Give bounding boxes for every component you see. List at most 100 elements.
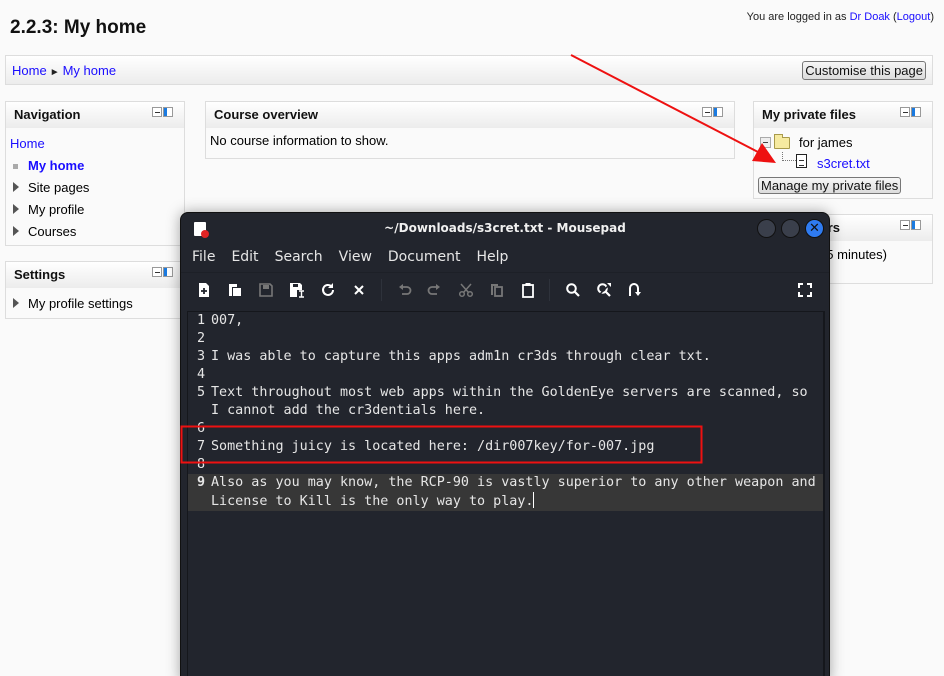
dock-block-icon[interactable] <box>163 107 173 117</box>
line-number: 4 <box>196 367 205 382</box>
toolbar-separator <box>381 279 382 301</box>
breadcrumb-home[interactable]: Home <box>12 63 47 78</box>
line-number: 5 <box>196 385 205 400</box>
nav-item-home[interactable]: Home <box>6 133 184 155</box>
private-files-header: My private files <box>754 102 932 128</box>
close-window-button[interactable]: ✕ <box>805 219 824 238</box>
redo-icon[interactable] <box>422 278 446 302</box>
line-text-content: Also as you may know, the RCP-90 is vast… <box>211 475 824 509</box>
logout-link[interactable]: Logout <box>897 11 931 23</box>
close-document-icon[interactable] <box>347 278 371 302</box>
new-window-icon[interactable] <box>223 278 247 302</box>
nav-courses-label[interactable]: Courses <box>28 224 76 239</box>
collapse-block-icon[interactable] <box>900 107 910 117</box>
dock-block-icon[interactable] <box>163 267 173 277</box>
block-controls <box>900 107 922 118</box>
menu-search[interactable]: Search <box>275 245 323 272</box>
settings-block-header: Settings <box>6 262 184 288</box>
expand-triangle-icon[interactable] <box>13 226 19 236</box>
customise-page-button[interactable]: Customise this page <box>802 61 926 80</box>
expand-triangle-icon[interactable] <box>13 204 19 214</box>
new-document-icon[interactable] <box>192 278 216 302</box>
collapse-block-icon[interactable] <box>702 107 712 117</box>
editor-line[interactable]: 3 I was able to capture this apps adm1n c… <box>188 348 824 366</box>
reload-icon[interactable] <box>316 278 340 302</box>
dock-block-icon[interactable] <box>713 107 723 117</box>
line-text[interactable]: 007, <box>211 312 823 330</box>
dock-block-icon[interactable] <box>911 220 921 230</box>
menu-edit[interactable]: Edit <box>231 245 258 272</box>
manage-private-files-button[interactable]: Manage my private files <box>758 177 902 194</box>
editor-line[interactable]: 4 <box>188 366 824 384</box>
breadcrumb-my-home[interactable]: My home <box>63 63 116 78</box>
nav-item-site-pages[interactable]: Site pages <box>6 177 184 199</box>
editor-line[interactable]: 7 Something juicy is located here: /dir00… <box>188 438 824 456</box>
collapse-block-icon[interactable] <box>152 107 162 117</box>
editor-line[interactable]: 2 <box>188 330 824 348</box>
navigation-block-header: Navigation <box>6 102 184 128</box>
nav-item-my-profile[interactable]: My profile <box>6 199 184 221</box>
settings-item-my-profile-settings[interactable]: My profile settings <box>6 293 184 315</box>
collapse-block-icon[interactable] <box>900 220 910 230</box>
editor-scrollbar[interactable] <box>823 312 825 676</box>
nav-item-my-home[interactable]: My home <box>6 155 184 177</box>
line-number: 1 <box>196 313 205 328</box>
nav-site-pages-label[interactable]: Site pages <box>28 180 89 195</box>
user-profile-link[interactable]: Dr Doak <box>850 11 890 23</box>
nav-my-profile-label[interactable]: My profile <box>28 202 84 217</box>
undo-icon[interactable] <box>393 278 417 302</box>
nav-item-courses[interactable]: Courses <box>6 221 184 243</box>
course-overview-message: No course information to show. <box>210 133 389 148</box>
course-overview-title: Course overview <box>214 107 319 122</box>
find-replace-icon[interactable] <box>592 278 616 302</box>
course-overview-header: Course overview <box>206 102 734 128</box>
tree-collapse-icon[interactable] <box>760 137 771 148</box>
files-tree: for james s3cret.txt <box>754 133 932 177</box>
editor-line[interactable]: 1 007, <box>188 312 824 330</box>
menu-file[interactable]: File <box>192 245 215 272</box>
fullscreen-icon[interactable] <box>793 278 817 302</box>
copy-icon[interactable] <box>485 278 509 302</box>
line-text[interactable]: Text throughout most web apps within the… <box>211 384 823 420</box>
tree-connector <box>782 152 796 161</box>
text-editor[interactable]: 1 007, 2 3 I was able to capture this apps… <box>187 311 825 676</box>
folder-label[interactable]: for james <box>799 135 852 150</box>
private-files-block: My private files for james s3cret.txt Ma… <box>753 101 933 199</box>
nav-my-home-label[interactable]: My home <box>28 158 84 173</box>
collapse-block-icon[interactable] <box>152 267 162 277</box>
line-text[interactable]: Something juicy is located here: /dir007… <box>211 438 823 456</box>
window-titlebar[interactable]: ~/Downloads/s3cret.txt - Mousepad ✕ <box>181 213 829 245</box>
menu-help[interactable]: Help <box>476 245 508 272</box>
save-icon[interactable] <box>254 278 278 302</box>
course-overview-block: Course overview No course information to… <box>205 101 735 159</box>
menu-view[interactable]: View <box>339 245 372 272</box>
editor-line[interactable]: 6 <box>188 420 824 438</box>
nav-home-link[interactable]: Home <box>10 136 45 151</box>
menu-document[interactable]: Document <box>388 245 461 272</box>
toolbar-separator <box>549 279 550 301</box>
find-icon[interactable] <box>561 278 585 302</box>
paste-icon[interactable] <box>516 278 540 302</box>
expand-triangle-icon[interactable] <box>13 182 19 192</box>
line-number: 3 <box>196 349 205 364</box>
text-cursor <box>533 492 535 508</box>
file-link-s3cret[interactable]: s3cret.txt <box>817 156 870 171</box>
editor-line-current[interactable]: 9 Also as you may know, the RCP-90 is vas… <box>188 474 824 511</box>
cut-icon[interactable] <box>454 278 478 302</box>
settings-item-label[interactable]: My profile settings <box>28 296 133 311</box>
go-to-line-icon[interactable] <box>623 278 647 302</box>
breadcrumb: Home ► My home <box>12 63 116 78</box>
dock-block-icon[interactable] <box>911 107 921 117</box>
settings-list: My profile settings <box>6 288 184 315</box>
maximize-button[interactable] <box>781 219 800 238</box>
save-as-icon[interactable] <box>285 278 309 302</box>
settings-block: Settings My profile settings <box>5 261 185 319</box>
minimize-button[interactable] <box>757 219 776 238</box>
expand-triangle-icon[interactable] <box>13 298 19 308</box>
block-controls <box>702 107 724 118</box>
line-text[interactable]: Also as you may know, the RCP-90 is vast… <box>211 474 823 511</box>
editor-line[interactable]: 5 Text throughout most web apps within th… <box>188 384 824 420</box>
line-text[interactable]: I was able to capture this apps adm1n cr… <box>211 348 823 366</box>
editor-line[interactable]: 8 <box>188 456 824 474</box>
login-info: You are logged in as Dr Doak (Logout) <box>746 11 934 23</box>
